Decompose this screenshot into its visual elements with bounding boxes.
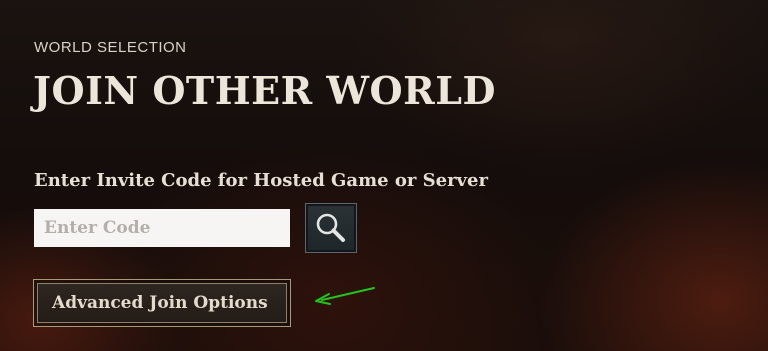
search-button[interactable]: [305, 203, 357, 253]
invite-code-label: Enter Invite Code for Hosted Game or Ser…: [34, 170, 488, 191]
page-title: JOIN OTHER WORLD: [33, 68, 496, 113]
advanced-join-options-frame: Advanced Join Options: [37, 283, 287, 323]
arrow-icon: [310, 284, 380, 310]
section-label: WORLD SELECTION: [34, 39, 187, 56]
advanced-join-options-button[interactable]: Advanced Join Options: [33, 279, 291, 327]
invite-code-input[interactable]: [34, 209, 290, 247]
advanced-join-options-label: Advanced Join Options: [52, 293, 268, 313]
search-icon: [314, 211, 348, 245]
